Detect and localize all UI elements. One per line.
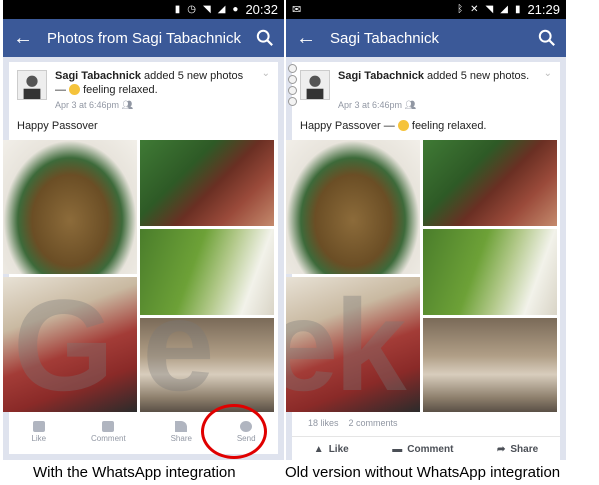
signal-icon: ◢ <box>217 3 226 15</box>
page-title: Sagi Tabachnick <box>330 29 439 47</box>
action-bar: ▲ Like ▬ Comment ➦ Share <box>292 436 560 460</box>
post-action: added 5 new photos. <box>424 70 530 82</box>
comment-label: Comment <box>407 443 454 455</box>
post-headline: Sagi Tabachnick added 5 new photos. <box>338 69 538 83</box>
battery-icon: ▮ <box>514 3 521 15</box>
photo-lettuce-eggs[interactable] <box>423 229 557 315</box>
friends-privacy-icon: 👥︎ <box>404 100 416 110</box>
share-label: Share <box>170 434 192 443</box>
alarm-icon: ◷ <box>187 3 196 15</box>
author-name[interactable]: Sagi Tabachnick <box>55 70 141 82</box>
author-name[interactable]: Sagi Tabachnick <box>338 70 424 82</box>
share-arrow-icon: ➦ <box>496 443 506 455</box>
gmail-icon: ✉ <box>292 3 302 16</box>
photo-greens-plate[interactable] <box>140 140 274 226</box>
watermark-logo: ek <box>286 272 407 418</box>
comment-bubble-icon: ▬ <box>392 443 403 455</box>
page-title: Photos from Sagi Tabachnick <box>47 29 241 47</box>
back-arrow-icon[interactable]: ← <box>13 27 33 50</box>
post-meta: Apr 3 at 6:46pm 👥︎ <box>338 100 416 111</box>
photo-bowl-grain[interactable] <box>286 140 420 274</box>
relaxed-emoji-icon <box>397 120 409 131</box>
left-caption: With the WhatsApp integration <box>33 464 236 481</box>
search-icon[interactable] <box>538 29 556 47</box>
bluetooth-icon: ᛒ <box>457 3 464 15</box>
comment-label: Comment <box>91 434 126 443</box>
back-arrow-icon[interactable]: ← <box>296 27 316 50</box>
relaxed-emoji-icon <box>69 84 81 95</box>
post-header: Sagi Tabachnick added 5 new photos — fee… <box>9 62 278 114</box>
thumbs-up-icon <box>32 421 45 432</box>
feeling-text: feeling relaxed. <box>80 84 158 96</box>
avatar[interactable] <box>300 70 330 100</box>
right-caption: Old version without WhatsApp integration <box>285 464 561 481</box>
photo-glass-table[interactable] <box>423 318 557 412</box>
status-time: 20:32 <box>245 2 278 17</box>
page-indicator-dots <box>288 64 297 106</box>
share-button[interactable]: Share <box>171 421 192 443</box>
chevron-down-icon[interactable]: ⌄ <box>262 68 270 79</box>
wifi-icon: ◥ <box>203 3 211 15</box>
chevron-down-icon[interactable]: ⌄ <box>544 68 552 79</box>
photo-bowl-grain[interactable] <box>3 140 137 274</box>
comment-bubble-icon <box>102 421 115 432</box>
like-button[interactable]: Like <box>31 421 46 443</box>
like-label: Like <box>31 434 47 443</box>
post-date[interactable]: Apr 3 at 6:46pm <box>55 100 119 110</box>
right-phone-screen: ✉ ᛒ ✕ ◥ ◢ ▮ 21:29 ← Sagi Tabachnick Sagi… <box>286 0 566 460</box>
like-button[interactable]: ▲ Like <box>314 444 349 455</box>
battery-icon: ● <box>232 3 239 15</box>
app-bar: ← Photos from Sagi Tabachnick <box>3 19 284 57</box>
send-highlight-circle <box>201 404 267 459</box>
search-icon[interactable] <box>256 29 274 47</box>
avatar[interactable] <box>17 70 47 100</box>
share-arrow-icon <box>175 421 188 432</box>
post-text: Happy Passover <box>17 120 98 132</box>
left-phone-screen: ▮ ◷ ◥ ◢ ● 20:32 ← Photos from Sagi Tabac… <box>3 0 284 460</box>
friends-privacy-icon: 👥︎ <box>121 100 133 110</box>
thumbs-up-icon: ▲ <box>313 443 324 455</box>
signal-icon: ◢ <box>500 3 508 15</box>
silent-icon: ▮ <box>174 3 181 15</box>
comment-button[interactable]: Comment <box>91 421 126 443</box>
status-time: 21:29 <box>527 2 560 17</box>
wifi-icon: ◥ <box>485 3 494 15</box>
post-text-main: Happy Passover — <box>300 120 398 132</box>
status-bar: ✉ ᛒ ✕ ◥ ◢ ▮ 21:29 <box>286 0 566 19</box>
post-headline: Sagi Tabachnick added 5 new photos — fee… <box>55 69 256 97</box>
feeling-text: feeling relaxed. <box>408 120 487 132</box>
post-meta: Apr 3 at 6:46pm 👥︎ <box>55 100 133 111</box>
photo-greens-plate[interactable] <box>423 140 557 226</box>
post-header: Sagi Tabachnick added 5 new photos. Apr … <box>292 62 560 114</box>
mute-icon: ✕ <box>470 3 479 15</box>
post-date[interactable]: Apr 3 at 6:46pm <box>338 100 402 110</box>
app-bar: ← Sagi Tabachnick <box>286 19 566 57</box>
comment-button[interactable]: ▬ Comment <box>392 444 453 455</box>
watermark-logo: G e <box>13 272 215 418</box>
status-bar: ▮ ◷ ◥ ◢ ● 20:32 <box>3 0 284 19</box>
share-label: Share <box>510 443 539 455</box>
like-label: Like <box>328 443 349 455</box>
post-text: Happy Passover — feeling relaxed. <box>300 120 487 132</box>
share-button[interactable]: ➦ Share <box>497 444 538 455</box>
